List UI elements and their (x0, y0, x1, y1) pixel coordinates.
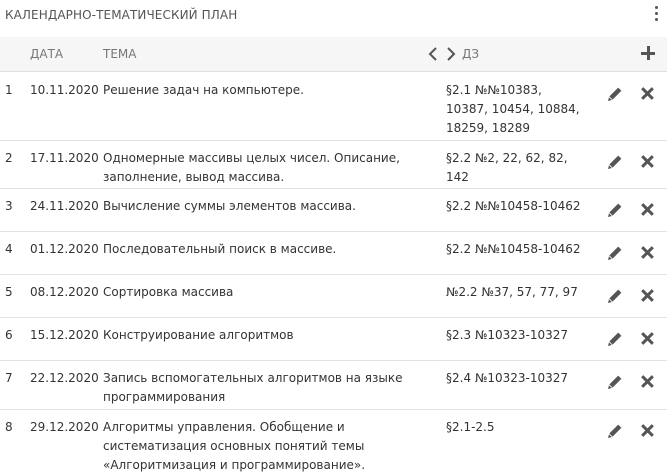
pencil-icon[interactable] (607, 423, 623, 439)
table-row: 8 29.12.2020 Алгоритмы управления. Обобщен… (0, 409, 667, 474)
pencil-icon[interactable] (607, 331, 623, 347)
row-topic: Алгоритмы управления. Обобщение и систем… (103, 420, 366, 472)
row-topic: Сортировка массива (103, 285, 234, 299)
row-homework: §2.2 №№10458-10462 (446, 242, 581, 256)
row-date: 15.12.2020 (30, 328, 99, 342)
row-number: 4 (5, 242, 13, 256)
pencil-icon[interactable] (607, 245, 623, 261)
close-icon[interactable] (641, 246, 654, 259)
column-header-homework: ДЗ (462, 47, 480, 61)
pencil-icon[interactable] (607, 202, 623, 218)
kebab-menu-icon[interactable] (651, 4, 661, 24)
row-topic: Последовательный поиск в массиве. (103, 242, 337, 256)
row-number: 3 (5, 199, 13, 213)
pencil-icon[interactable] (607, 374, 623, 390)
plus-icon[interactable] (641, 46, 655, 60)
close-icon[interactable] (641, 87, 654, 100)
row-topic: Одномерные массивы целых чисел. Описание… (103, 151, 400, 184)
row-topic: Конструирование алгоритмов (103, 328, 294, 342)
row-date: 29.12.2020 (30, 420, 99, 434)
row-number: 1 (5, 83, 13, 97)
row-homework: §2.4 №10323-10327 (446, 371, 569, 385)
column-header-date: ДАТА (30, 47, 64, 61)
row-date: 22.12.2020 (30, 371, 99, 385)
row-topic: Решение задач на компьютере. (103, 83, 304, 97)
row-number: 2 (5, 151, 13, 165)
row-homework: §2.2 №2, 22, 62, 82, 142 (446, 151, 568, 184)
table-row: 7 22.12.2020 Запись вспомогательных алгори… (0, 360, 667, 410)
table-header: ДАТА ТЕМА ДЗ (0, 37, 667, 72)
row-date: 01.12.2020 (30, 242, 99, 256)
row-homework: §2.3 №10323-10327 (446, 328, 569, 342)
code-chevrons-icon[interactable] (428, 45, 456, 63)
row-homework: §2.2 №№10458-10462 (446, 199, 581, 213)
row-number: 8 (5, 420, 13, 434)
row-number: 6 (5, 328, 13, 342)
close-icon[interactable] (641, 155, 654, 168)
pencil-icon[interactable] (607, 288, 623, 304)
table-row: 3 24.11.2020 Вычисление суммы элементов ма… (0, 188, 667, 232)
close-icon[interactable] (641, 289, 654, 302)
row-date: 10.11.2020 (30, 83, 99, 97)
row-topic: Запись вспомогательных алгоритмов на язы… (103, 371, 403, 404)
row-date: 24.11.2020 (30, 199, 99, 213)
row-homework: №2.2 №37, 57, 77, 97 (446, 285, 578, 299)
table-row: 5 08.12.2020 Сортировка массива №2.2 №37, 5… (0, 274, 667, 318)
row-homework: §2.1 №№10383, 10387, 10454, 10884, 18259… (446, 83, 580, 135)
close-icon[interactable] (641, 424, 654, 437)
table-row: 4 01.12.2020 Последовательный поиск в масс… (0, 231, 667, 275)
close-icon[interactable] (641, 332, 654, 345)
pencil-icon[interactable] (607, 154, 623, 170)
table-row: 2 17.11.2020 Одномерные массивы целых чисе… (0, 140, 667, 189)
row-topic: Вычисление суммы элементов массива. (103, 199, 356, 213)
row-number: 7 (5, 371, 13, 385)
row-date: 08.12.2020 (30, 285, 99, 299)
title-bar: КАЛЕНДАРНО-ТЕМАТИЧЕСКИЙ ПЛАН (0, 0, 667, 31)
row-homework: §2.1-2.5 (446, 420, 495, 434)
row-date: 17.11.2020 (30, 151, 99, 165)
table-row: 6 15.12.2020 Конструирование алгоритмов §2.… (0, 317, 667, 361)
close-icon[interactable] (641, 375, 654, 388)
page-title: КАЛЕНДАРНО-ТЕМАТИЧЕСКИЙ ПЛАН (5, 8, 238, 22)
row-number: 5 (5, 285, 13, 299)
column-header-topic: ТЕМА (103, 47, 137, 61)
pencil-icon[interactable] (607, 86, 623, 102)
table-row: 1 10.11.2020 Решение задач на компьютере. §… (0, 72, 667, 141)
close-icon[interactable] (641, 203, 654, 216)
